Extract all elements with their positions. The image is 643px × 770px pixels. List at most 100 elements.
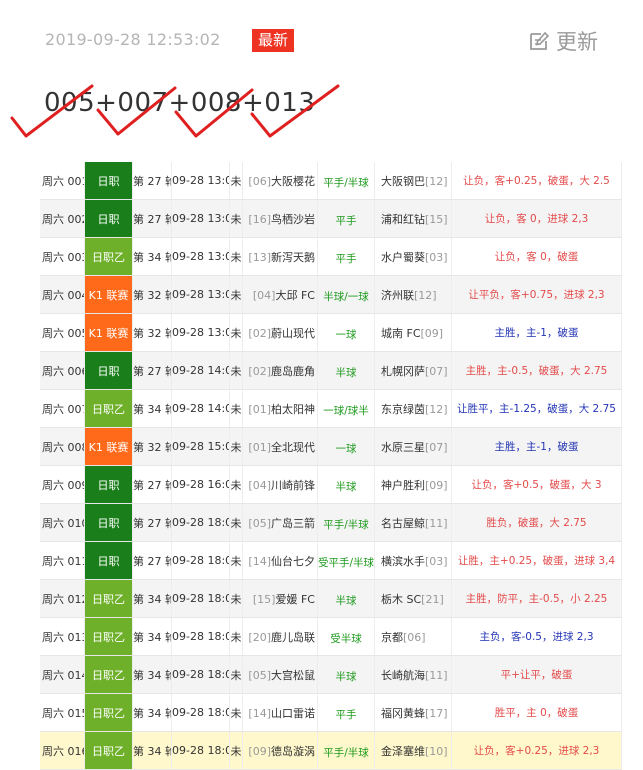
kickoff-time: 09-28 18:00 <box>171 541 230 580</box>
table-row[interactable]: 周六 011日职第 27 轮09-28 18:00未[14]仙台七夕受平手/半球… <box>40 541 622 580</box>
prediction: 让负，客+0.25，进球 2,3 <box>451 731 622 770</box>
match-status: 未 <box>229 579 243 618</box>
away-name: 神户胜利 <box>381 478 425 492</box>
away-team: 札幌冈萨[07] <box>374 351 452 390</box>
kickoff-time: 09-28 16:00 <box>171 465 230 504</box>
prediction: 让胜平，主-1.25，破蛋，大 2.75 <box>451 389 622 428</box>
home-rank: [04] <box>248 478 271 492</box>
home-team: [20]鹿儿岛联 <box>242 617 318 656</box>
round: 第 27 轮 <box>132 503 172 542</box>
table-row[interactable]: 周六 004K1 联赛第 32 轮09-28 13:00未[04]大邱 FC半球… <box>40 275 622 314</box>
table-row[interactable]: 周六 014日职乙第 34 轮09-28 18:00未[05]大宫松鼠半球长崎航… <box>40 655 622 694</box>
home-name: 新泻天鹅 <box>271 250 315 264</box>
kickoff-time: 09-28 18:00 <box>171 617 230 656</box>
league-badge: 日职乙 <box>84 655 133 694</box>
prediction: 主胜，防平，主-0.5，小 2.25 <box>451 579 622 618</box>
table-row[interactable]: 周六 005K1 联赛第 32 轮09-28 13:00未[02]蔚山现代一球城… <box>40 313 622 352</box>
handicap: 平手/半球 <box>317 503 375 542</box>
prediction: 让胜，主+0.25，破蛋，进球 3,4 <box>451 541 622 580</box>
table-row[interactable]: 周六 009日职第 27 轮09-28 16:00未[04]川崎前锋半球神户胜利… <box>40 465 622 504</box>
match-status: 未 <box>229 503 243 542</box>
league-badge: 日职 <box>84 199 133 238</box>
away-team: 大阪钢巴[12] <box>374 162 452 200</box>
handicap: 平手 <box>317 237 375 276</box>
table-row[interactable]: 周六 003日职乙第 34 轮09-28 13:00未[13]新泻天鹅平手水户蜀… <box>40 237 622 276</box>
home-name: 蔚山现代 <box>271 326 315 340</box>
table-row[interactable]: 周六 016日职乙第 34 轮09-28 18:00未[09]德岛漩涡平手/半球… <box>40 731 622 770</box>
away-name: 水原三星 <box>381 440 425 454</box>
kickoff-time: 09-28 14:00 <box>171 351 230 390</box>
away-rank: [11] <box>425 516 448 530</box>
away-team: 水户蜀葵[03] <box>374 237 452 276</box>
refresh-button[interactable]: 更新 <box>528 26 598 56</box>
match-number: 周六 014 <box>40 655 85 694</box>
home-name: 鹿儿岛联 <box>271 630 315 644</box>
handicap: 平手 <box>317 693 375 732</box>
match-status: 未 <box>229 313 243 352</box>
kickoff-time: 09-28 18:00 <box>171 503 230 542</box>
home-team: [14]仙台七夕 <box>242 541 318 580</box>
league-badge: 日职 <box>84 503 133 542</box>
match-status: 未 <box>229 351 243 390</box>
round: 第 27 轮 <box>132 541 172 580</box>
home-team: [04]大邱 FC <box>242 275 318 314</box>
table-row[interactable]: 周六 012日职乙第 34 轮09-28 18:00未[15]爱媛 FC半球栃木… <box>40 579 622 618</box>
home-rank: [16] <box>248 212 271 226</box>
match-status: 未 <box>229 541 243 580</box>
table-row[interactable]: 周六 015日职乙第 34 轮09-28 18:00未[14]山口雷诺平手福冈黄… <box>40 693 622 732</box>
league-badge: 日职 <box>84 351 133 390</box>
handicap: 受半球 <box>317 617 375 656</box>
home-name: 鹿岛鹿角 <box>271 364 315 378</box>
league-badge: 日职 <box>84 162 133 200</box>
home-team: [04]川崎前锋 <box>242 465 318 504</box>
table-row[interactable]: 周六 007日职乙第 34 轮09-28 14:00未[01]柏太阳神一球/球半… <box>40 389 622 428</box>
league-badge: K1 联赛 <box>84 275 133 314</box>
match-status: 未 <box>229 617 243 656</box>
round: 第 34 轮 <box>132 389 172 428</box>
away-team: 福冈黄蜂[17] <box>374 693 452 732</box>
home-team: [14]山口雷诺 <box>242 693 318 732</box>
home-rank: [15] <box>252 592 276 606</box>
league-badge: 日职乙 <box>84 237 133 276</box>
away-rank: [15] <box>425 212 448 226</box>
match-status: 未 <box>229 237 243 276</box>
match-number: 周六 001 <box>40 162 85 200</box>
away-rank: [09] <box>425 478 448 492</box>
away-name: 名古屋鲸 <box>381 516 425 530</box>
home-team: [09]德岛漩涡 <box>242 731 318 770</box>
away-team: 城南 FC[09] <box>374 313 452 352</box>
away-rank: [12] <box>414 288 437 302</box>
away-team: 浦和红钻[15] <box>374 199 452 238</box>
round: 第 34 轮 <box>132 655 172 694</box>
kickoff-time: 09-28 13:00 <box>171 275 230 314</box>
away-team: 东京绿茵[12] <box>374 389 452 428</box>
handicap: 一球 <box>317 313 375 352</box>
table-row[interactable]: 周六 002日职第 27 轮09-28 13:00未[16]鸟栖沙岩平手浦和红钻… <box>40 199 622 238</box>
latest-badge: 最新 <box>252 29 295 52</box>
round: 第 34 轮 <box>132 693 172 732</box>
match-status: 未 <box>229 162 243 200</box>
handicap: 受平手/半球 <box>317 541 375 580</box>
home-name: 柏太阳神 <box>271 402 315 416</box>
kickoff-time: 09-28 14:00 <box>171 389 230 428</box>
home-team: [02]鹿岛鹿角 <box>242 351 318 390</box>
away-team: 长崎航海[11] <box>374 655 452 694</box>
match-status: 未 <box>229 275 243 314</box>
kickoff-time: 09-28 13:00 <box>171 162 230 200</box>
table-row[interactable]: 周六 006日职第 27 轮09-28 14:00未[02]鹿岛鹿角半球札幌冈萨… <box>40 351 622 390</box>
away-name: 横滨水手 <box>381 554 425 568</box>
prediction: 让负，客 0，破蛋 <box>451 237 622 276</box>
away-rank: [06] <box>403 630 426 644</box>
away-name: 大阪钢巴 <box>381 174 425 188</box>
away-team: 金泽塞维[10] <box>374 731 452 770</box>
away-rank: [09] <box>420 326 444 340</box>
table-row[interactable]: 周六 013日职乙第 34 轮09-28 18:00未[20]鹿儿岛联受半球京都… <box>40 617 622 656</box>
table-row[interactable]: 周六 008K1 联赛第 32 轮09-28 15:00未[01]全北现代一球水… <box>40 427 622 466</box>
table-row[interactable]: 周六 010日职第 27 轮09-28 18:00未[05]广岛三箭平手/半球名… <box>40 503 622 542</box>
table-row[interactable]: 周六 001日职第 27 轮09-28 13:00未[06]大阪樱花平手/半球大… <box>40 162 622 200</box>
away-name: 栃木 SC <box>381 592 422 606</box>
handicap: 平手 <box>317 199 375 238</box>
round: 第 27 轮 <box>132 465 172 504</box>
home-name: 广岛三箭 <box>271 516 315 530</box>
prediction: 主负，客-0.5，进球 2,3 <box>451 617 622 656</box>
